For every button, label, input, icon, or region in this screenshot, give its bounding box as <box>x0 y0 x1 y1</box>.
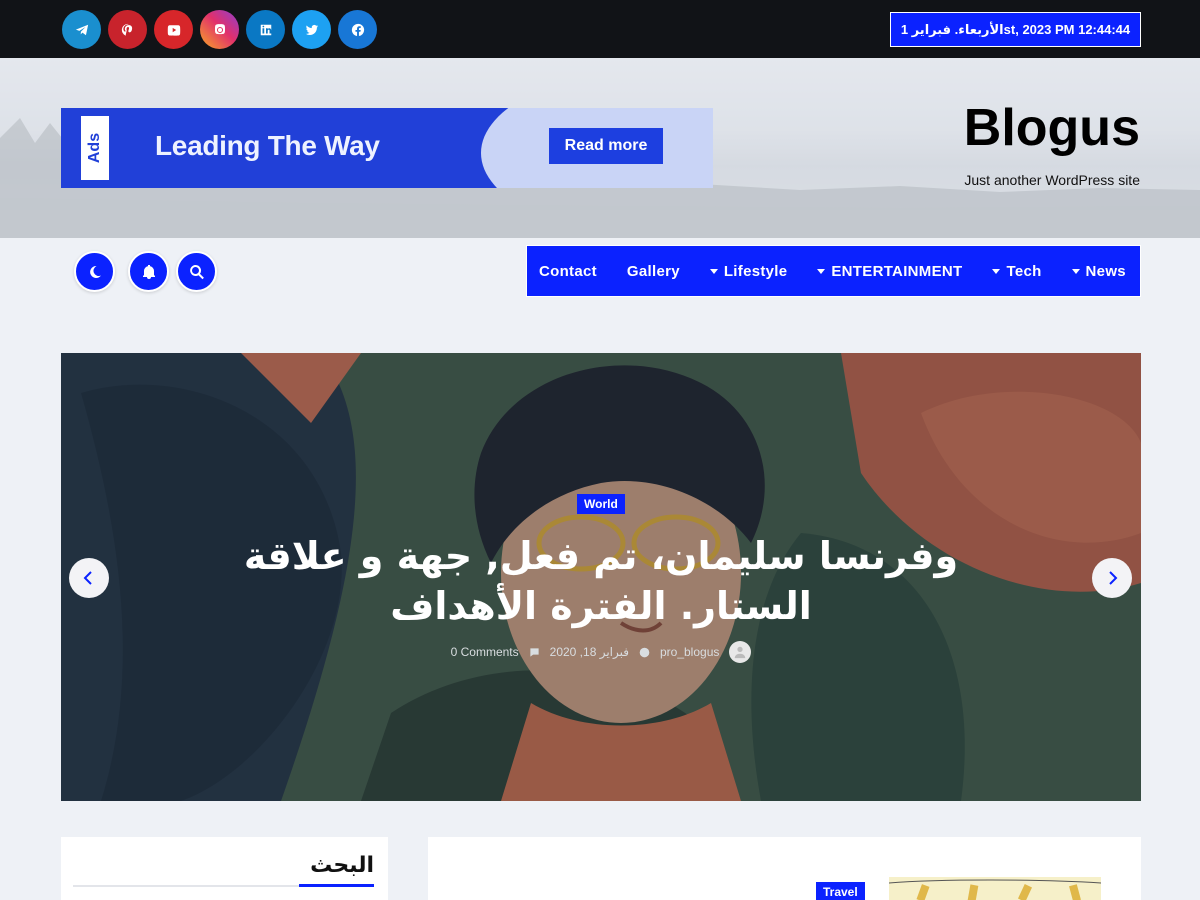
ad-banner[interactable]: Ads Leading The Way Read more <box>61 108 713 188</box>
site-branding: Blogus Just another WordPress site <box>964 98 1140 188</box>
nav-item-news[interactable]: News <box>1071 263 1126 280</box>
notification-button[interactable] <box>128 251 169 292</box>
slide-meta: 0 Comments فبراير 18, 2020 pro_blogus <box>61 641 1141 663</box>
chevron-down-icon <box>1071 268 1080 274</box>
linkedin-icon[interactable] <box>246 10 285 49</box>
top-bar: الأربعاء. فبراير 1st, 2023 PM 12:44:44 <box>0 0 1200 58</box>
clock-icon <box>639 647 650 657</box>
nav-item-entertainment[interactable]: ENTERTAINMENT <box>817 263 962 280</box>
ad-read-more-button[interactable]: Read more <box>549 128 663 164</box>
search-icon <box>189 264 204 279</box>
nav-item-gallery[interactable]: Gallery <box>627 263 680 280</box>
post-thumbnail[interactable] <box>889 877 1101 900</box>
site-tagline: Just another WordPress site <box>964 172 1140 188</box>
slide-title[interactable]: وفرنسا سليمان، تم فعل, جهة و علاقة الستا… <box>201 531 1001 631</box>
twitter-icon[interactable] <box>292 10 331 49</box>
nav-item-lifestyle[interactable]: Lifestyle <box>709 263 788 280</box>
slide-category-badge[interactable]: World <box>577 494 625 514</box>
sidebar-search-widget: البحث <box>61 837 388 900</box>
chevron-down-icon <box>992 268 1001 274</box>
featured-slider: World وفرنسا سليمان، تم فعل, جهة و علاقة… <box>61 353 1141 801</box>
main-navigation: Contact Gallery Lifestyle ENTERTAINMENT … <box>526 245 1141 297</box>
facebook-icon[interactable] <box>338 10 377 49</box>
ad-tag: Ads <box>81 116 109 180</box>
post-card: Travel <box>428 837 1141 900</box>
post-date[interactable]: فبراير 18, 2020 <box>550 645 629 659</box>
nav-item-tech[interactable]: Tech <box>992 263 1041 280</box>
user-icon <box>735 646 746 659</box>
slider-prev-button[interactable] <box>69 558 109 598</box>
chevron-down-icon <box>709 268 718 274</box>
site-header: Ads Leading The Way Read more Blogus Jus… <box>0 58 1200 238</box>
social-links <box>62 10 377 49</box>
comment-icon <box>530 647 539 657</box>
ad-headline: Leading The Way <box>155 130 380 161</box>
telegram-icon[interactable] <box>62 10 101 49</box>
post-author[interactable]: pro_blogus <box>660 645 719 659</box>
search-widget-heading: البحث <box>310 853 374 878</box>
avatar[interactable] <box>729 641 752 663</box>
dark-mode-toggle[interactable] <box>74 251 115 292</box>
youtube-icon[interactable] <box>154 10 193 49</box>
pinterest-icon[interactable] <box>108 10 147 49</box>
moon-icon <box>89 265 101 278</box>
chevron-down-icon <box>817 268 826 274</box>
chevron-left-icon <box>83 571 92 585</box>
search-button[interactable] <box>176 251 217 292</box>
site-title[interactable]: Blogus <box>964 98 1140 158</box>
slider-next-button[interactable] <box>1092 558 1132 598</box>
comments-count[interactable]: 0 Comments <box>451 645 519 659</box>
post-category-badge[interactable]: Travel <box>816 882 865 900</box>
nav-item-contact[interactable]: Contact <box>539 263 597 280</box>
instagram-icon[interactable] <box>200 10 239 49</box>
chevron-right-icon <box>1109 571 1118 585</box>
date-time-display: الأربعاء. فبراير 1st, 2023 PM 12:44:44 <box>890 12 1141 47</box>
bell-icon <box>142 264 155 279</box>
